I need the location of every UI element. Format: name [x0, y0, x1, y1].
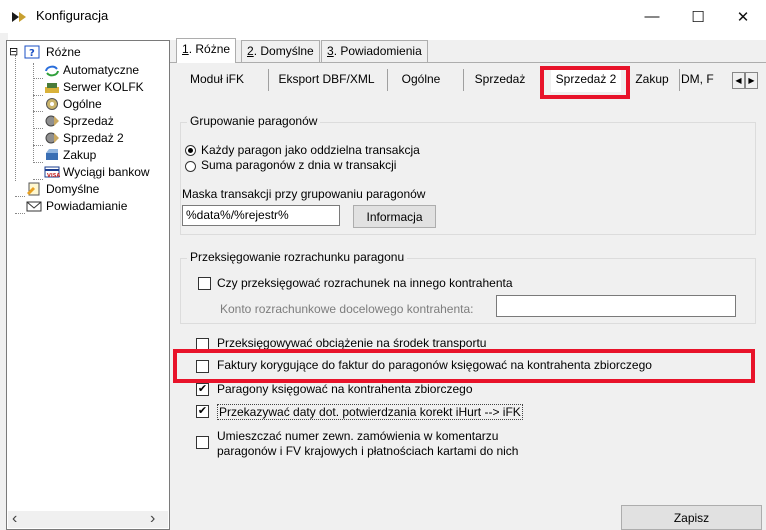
refresh-arrows-icon: [45, 65, 59, 77]
option-label-order-number-2: paragonów i FV krajowych i płatnościach …: [217, 444, 519, 458]
radio-each-receipt[interactable]: [185, 145, 196, 156]
subtab-dm-fx[interactable]: DM, F: [681, 66, 733, 92]
subtab-scroll-right-button[interactable]: ▶: [745, 72, 758, 89]
tree-item-rozne[interactable]: Różne: [46, 45, 81, 59]
option-label-order-number-1: Umieszczać numer zewn. zamówienia w kome…: [217, 429, 499, 443]
radio-each-receipt-label: Każdy paragon jako oddzielna transakcja: [201, 143, 420, 157]
highlight-box-subtab: [540, 66, 630, 99]
purchase-icon: [46, 149, 58, 160]
highlight-box-option: [173, 349, 755, 383]
subtab-eksport-dbf-xml[interactable]: Eksport DBF/XML: [269, 66, 384, 92]
option-checkbox-receipts-collective[interactable]: ✔: [196, 383, 209, 396]
save-button[interactable]: Zapisz: [621, 505, 762, 530]
option-checkbox-pass-dates[interactable]: ✔: [196, 405, 209, 418]
envelope-icon: [26, 201, 42, 212]
tree-item-serwer-kolfk[interactable]: Serwer KOLFK: [63, 80, 144, 94]
sales-icon: [45, 115, 59, 127]
repost-checkbox-label: Czy przeksięgować rozrachunek na innego …: [217, 276, 513, 290]
maximize-button[interactable]: ☐: [675, 0, 721, 33]
svg-text:VISA: VISA: [47, 173, 60, 179]
help-folder-icon: ?: [24, 45, 40, 59]
gear-icon: [46, 98, 58, 110]
subtab-ogolne[interactable]: Ogólne: [388, 66, 454, 92]
repost-checkbox[interactable]: [198, 277, 211, 290]
subtab-sprzedaz[interactable]: Sprzedaż: [464, 66, 536, 92]
scroll-right-arrow-icon[interactable]: ›: [150, 511, 155, 527]
tree-item-zakup[interactable]: Zakup: [63, 148, 96, 162]
tree-item-domyslne[interactable]: Domyślne: [46, 182, 99, 196]
option-label-transport: Przeksięgowywać obciążenie na środek tra…: [217, 336, 487, 350]
svg-text:?: ?: [29, 48, 35, 59]
tree-collapse-toggle[interactable]: ⊟: [9, 45, 18, 58]
scroll-left-arrow-icon[interactable]: ‹: [12, 511, 17, 527]
tab-domyslne[interactable]: 2. Domyślne: [241, 40, 320, 62]
server-icon: [45, 83, 59, 93]
document-icon: [27, 182, 40, 196]
subtab-strip: Moduł iFK Eksport DBF/XML Ogólne Sprzeda…: [176, 66, 766, 96]
mask-input[interactable]: %data%/%rejestr%: [182, 205, 340, 226]
tab-rozne[interactable]: 1. Różne: [176, 38, 237, 63]
option-label-receipts-collective: Paragony księgować na kontrahenta zbiorc…: [217, 382, 473, 396]
account-input[interactable]: [496, 295, 736, 317]
grouping-legend: Grupowanie paragonów: [187, 114, 321, 128]
tree-item-wyciagi-bankowe[interactable]: Wyciągi bankow: [63, 165, 150, 179]
tree-item-sprzedaz[interactable]: Sprzedaż: [63, 114, 114, 128]
mask-label: Maska transakcji przy grupowaniu paragon…: [182, 187, 426, 201]
tree-item-ogolne[interactable]: Ogólne: [63, 97, 102, 111]
app-icon: [12, 12, 26, 22]
bank-card-icon: VISA: [44, 166, 60, 179]
subtab-modul-ifk[interactable]: Moduł iFK: [176, 66, 258, 92]
repost-legend: Przeksięgowanie rozrachunku paragonu: [187, 250, 408, 264]
tab-divider: [170, 62, 766, 63]
sales-icon: [45, 132, 59, 144]
title-bar: Konfiguracja — ☐ ✕: [0, 0, 766, 33]
subtab-zakup[interactable]: Zakup: [627, 66, 677, 92]
tree-item-powiadamianie[interactable]: Powiadamianie: [46, 199, 127, 213]
tree-item-sprzedaz-2[interactable]: Sprzedaż 2: [63, 131, 124, 145]
close-button[interactable]: ✕: [720, 0, 766, 33]
minimize-button[interactable]: —: [629, 0, 675, 33]
main-panel: 1. Różne 2. Domyślne 3. Powiadomienia Mo…: [170, 38, 766, 530]
radio-sum-receipts[interactable]: [185, 161, 196, 172]
radio-sum-receipts-label: Suma paragonów z dnia w transakcji: [201, 158, 397, 172]
info-button[interactable]: Informacja: [353, 205, 436, 228]
tab-powiadomienia[interactable]: 3. Powiadomienia: [321, 40, 428, 62]
tree-item-automatyczne[interactable]: Automatyczne: [63, 63, 139, 77]
window-title: Konfiguracja: [36, 8, 109, 23]
account-label: Konto rozrachunkowe docelowego kontrahen…: [220, 302, 474, 316]
option-label-pass-dates: Przekazywać daty dot. potwierdzania kore…: [217, 404, 523, 420]
subtab-scroll-left-button[interactable]: ◀: [732, 72, 745, 89]
radio-selected-dot: [188, 148, 193, 153]
settings-tree[interactable]: ⊟ ? Różne Automatyczne Serwer KOLFK Ogól…: [6, 40, 170, 530]
option-checkbox-order-number[interactable]: [196, 436, 209, 449]
tree-horizontal-scrollbar[interactable]: ‹ ›: [8, 511, 168, 528]
